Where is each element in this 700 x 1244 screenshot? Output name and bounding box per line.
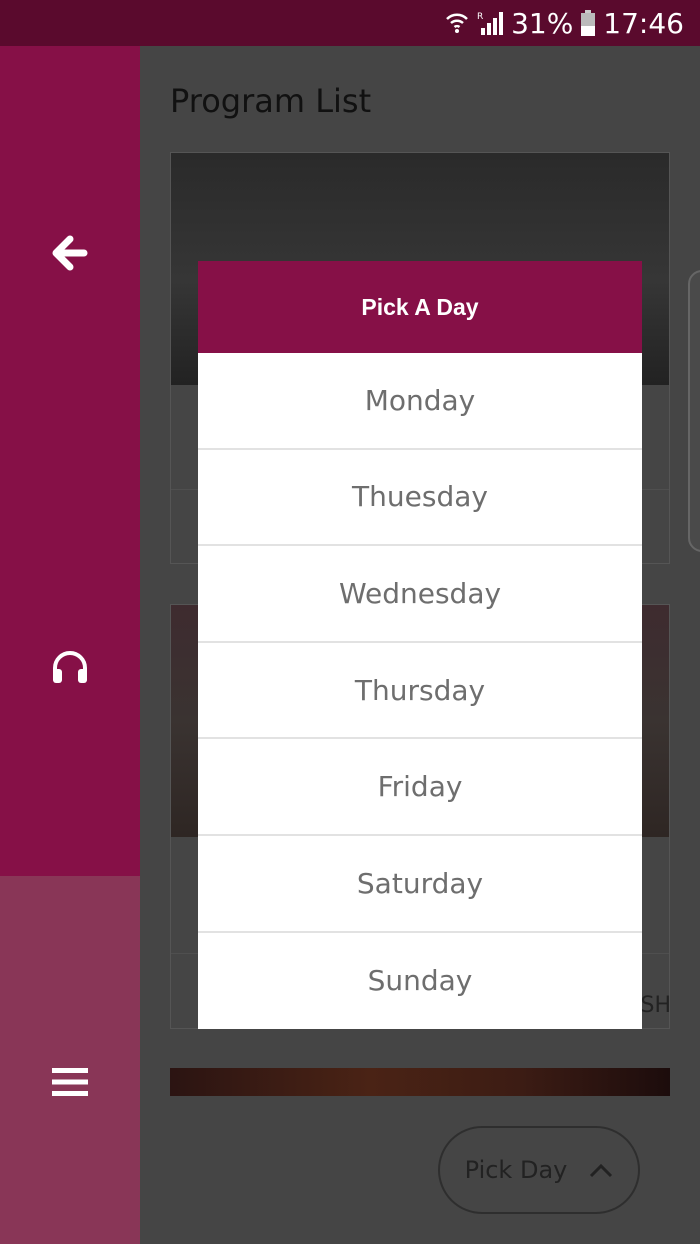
headphones-icon xyxy=(51,649,89,689)
pick-day-dialog: Pick A Day Monday Thuesday Wednesday Thu… xyxy=(198,261,642,1029)
menu-icon xyxy=(52,1066,88,1102)
day-option-friday[interactable]: Friday xyxy=(198,739,642,836)
card-trailing-text: SH xyxy=(640,993,671,1018)
back-button[interactable] xyxy=(0,235,140,275)
signal-icon: R xyxy=(477,10,504,36)
clock: 17:46 xyxy=(603,6,684,40)
day-option-wednesday[interactable]: Wednesday xyxy=(198,546,642,643)
pick-day-label: Pick Day xyxy=(464,1156,568,1184)
day-option-tuesday[interactable]: Thuesday xyxy=(198,450,642,547)
day-option-saturday[interactable]: Saturday xyxy=(198,836,642,933)
chevron-up-icon xyxy=(589,1156,613,1184)
day-option-thursday[interactable]: Thursday xyxy=(198,643,642,740)
wifi-icon xyxy=(445,10,469,36)
dialog-header: Pick A Day xyxy=(198,261,642,353)
listen-button[interactable] xyxy=(0,649,140,689)
day-option-monday[interactable]: Monday xyxy=(198,353,642,450)
battery-icon xyxy=(581,10,596,36)
status-bar: R 31% 17:46 xyxy=(0,0,700,46)
dialog-title: Pick A Day xyxy=(361,293,479,320)
side-rail xyxy=(0,46,140,1244)
pick-day-button[interactable]: Pick Day xyxy=(438,1126,640,1214)
menu-button[interactable] xyxy=(0,1066,140,1102)
program-card-image xyxy=(170,1068,670,1096)
program-card[interactable] xyxy=(170,1068,670,1096)
back-arrow-icon xyxy=(52,235,88,275)
side-rail-top xyxy=(0,46,140,876)
side-rail-bottom xyxy=(0,876,140,1244)
svg-text:R: R xyxy=(477,12,483,22)
status-indicators: R 31% 17:46 xyxy=(445,0,684,46)
day-option-sunday[interactable]: Sunday xyxy=(198,933,642,1030)
page-title: Program List xyxy=(170,82,372,120)
battery-percent: 31% xyxy=(511,6,574,40)
side-handle xyxy=(688,270,700,552)
